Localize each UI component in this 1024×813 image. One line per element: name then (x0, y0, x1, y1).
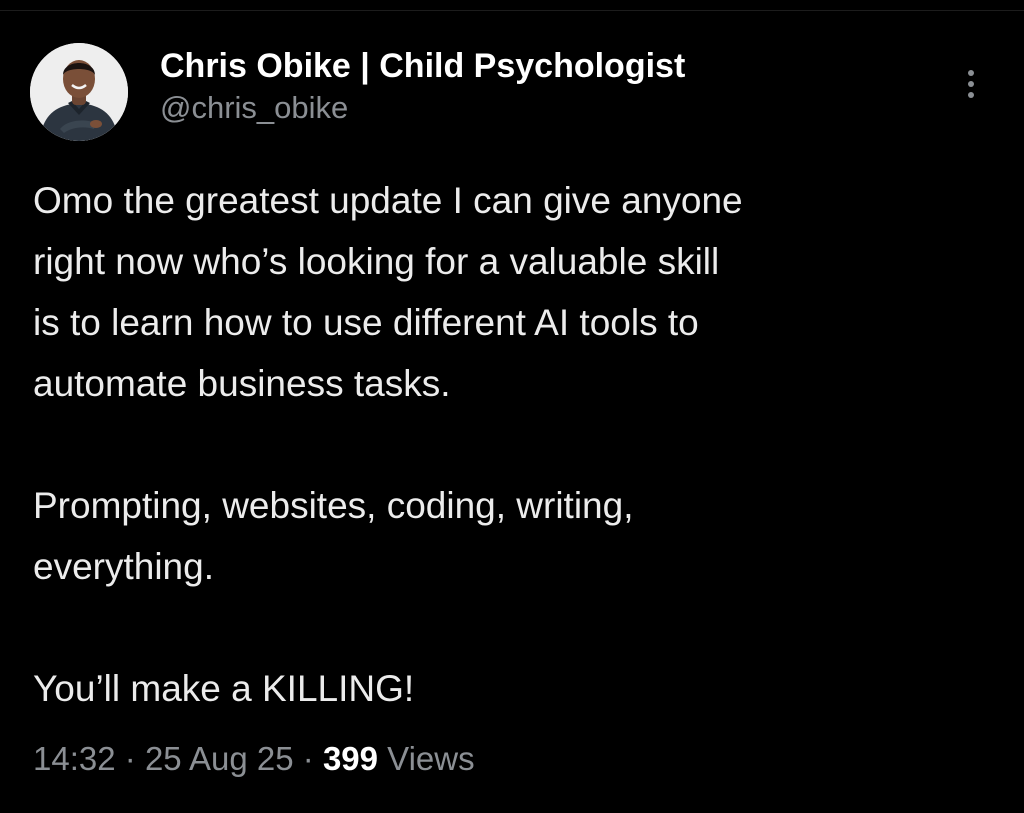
tweet-line: Omo the greatest update I can give anyon… (33, 180, 743, 221)
views-count[interactable]: 399 (323, 740, 378, 777)
tweet-paragraph: Prompting, websites, coding, writing, ev… (33, 475, 1003, 597)
tweet-card: Chris Obike | Child Psychologist @chris_… (0, 0, 1024, 813)
tweet-paragraph: Omo the greatest update I can give anyon… (33, 170, 1003, 414)
author-display-name[interactable]: Chris Obike | Child Psychologist (160, 46, 685, 86)
tweet-line: You’ll make a KILLING! (33, 668, 415, 709)
tweet-line: right now who’s looking for a valuable s… (33, 241, 720, 282)
avatar[interactable] (30, 43, 128, 141)
author-info: Chris Obike | Child Psychologist @chris_… (160, 46, 685, 128)
more-options-button[interactable] (958, 64, 984, 104)
tweet-line: is to learn how to use different AI tool… (33, 302, 699, 343)
more-vertical-icon-dot (968, 92, 974, 98)
more-vertical-icon (968, 70, 974, 76)
profile-photo-icon (30, 43, 128, 141)
tweet-text: Omo the greatest update I can give anyon… (33, 170, 1003, 719)
tweet-paragraph: You’ll make a KILLING! (33, 658, 1003, 719)
meta-separator: · (302, 740, 314, 777)
views-label[interactable]: Views (387, 740, 474, 777)
tweet-line: automate business tasks. (33, 363, 451, 404)
tweet-meta: 14:32 · 25 Aug 25 · 399 Views (33, 737, 475, 781)
more-vertical-icon-dot (968, 81, 974, 87)
tweet-date[interactable]: 25 Aug 25 (145, 740, 294, 777)
meta-separator: · (124, 740, 136, 777)
tweet-line: everything. (33, 546, 214, 587)
author-handle[interactable]: @chris_obike (160, 88, 685, 128)
tweet-time[interactable]: 14:32 (33, 740, 116, 777)
tweet-line: Prompting, websites, coding, writing, (33, 485, 634, 526)
